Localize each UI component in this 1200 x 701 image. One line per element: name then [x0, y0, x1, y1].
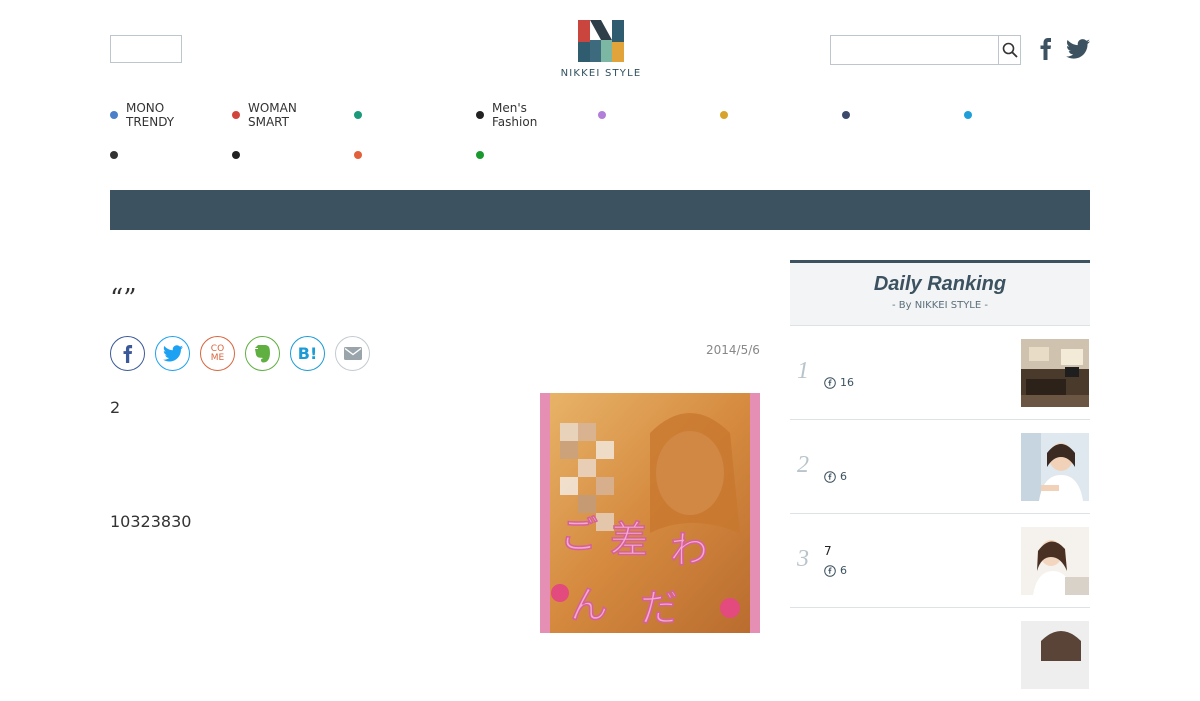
mail-icon: [343, 347, 362, 360]
facebook-circle-icon: [824, 564, 836, 577]
category-label: Men's Fashion: [492, 101, 538, 129]
svg-text:わ: わ: [670, 528, 708, 572]
category-nav: MONO TRENDY WOMAN SMART Men's Fashion: [110, 100, 1090, 180]
svg-text:差: 差: [610, 518, 648, 562]
share-twitter-button[interactable]: [155, 336, 190, 371]
category-nav-row1-item-5[interactable]: [598, 100, 614, 130]
svg-text:ん: ん: [570, 583, 608, 627]
article-title: “”: [110, 284, 137, 314]
facebook-icon: [123, 344, 132, 363]
category-dot-icon: [598, 111, 606, 119]
share-hatena-button[interactable]: B!: [290, 336, 325, 371]
category-nav-row1-item-4[interactable]: Men's Fashion: [476, 100, 537, 130]
search-button[interactable]: [998, 36, 1020, 64]
ranking-number: 1: [797, 358, 809, 384]
nikkei-logo-icon: [578, 20, 624, 62]
ranking-count: 16: [840, 376, 854, 389]
ranking-thumbnail: [1021, 527, 1089, 595]
ranking-title: Daily Ranking: [873, 273, 1007, 295]
category-dot-icon: [476, 151, 484, 159]
ranking-thumbnail: [1021, 433, 1089, 501]
article-photo: ご 差 わ ん だ: [540, 393, 760, 633]
ranking-thumbnail-image: [1021, 621, 1089, 689]
evernote-icon: [254, 344, 270, 362]
svg-text:だ: だ: [640, 586, 678, 630]
ranking-item-4[interactable]: [790, 608, 1090, 701]
ranking-count: 6: [840, 470, 847, 483]
ranking-sidebar: Daily Ranking - By NIKKEI STYLE - 1 16 2…: [790, 260, 1090, 701]
ranking-header: Daily Ranking - By NIKKEI STYLE -: [790, 260, 1090, 326]
category-dot-icon: [964, 111, 972, 119]
category-dot-icon: [354, 111, 362, 119]
category-dot-icon: [476, 111, 484, 119]
category-nav-row1-item-1[interactable]: MONO TRENDY: [110, 100, 174, 130]
ranking-item-3[interactable]: 3 7 6: [790, 514, 1090, 608]
ranking-thumbnail: [1021, 339, 1089, 407]
article-paragraph-2: 10323830: [110, 512, 192, 531]
share-buttons: CO ME B!: [110, 336, 370, 371]
article-date: 2014/5/6: [706, 343, 760, 357]
twitter-icon: [162, 345, 183, 362]
twitter-icon[interactable]: [1066, 39, 1090, 59]
share-come-button[interactable]: CO ME: [200, 336, 235, 371]
category-nav-row1-item-8[interactable]: [964, 100, 980, 130]
ranking-thumbnail: [1021, 621, 1089, 689]
category-dot-icon: [232, 111, 240, 119]
category-nav-row2-item-1[interactable]: [110, 140, 126, 170]
ranking-text: 7: [824, 544, 832, 558]
facebook-circle-icon: [824, 470, 836, 483]
ranking-thumbnail-image: [1021, 527, 1089, 595]
category-dot-icon: [110, 151, 118, 159]
category-nav-row1-item-3[interactable]: [354, 100, 370, 130]
search-box: [830, 35, 1021, 65]
page: NIKKEI STYLE MONO TRENDY WOMAN SMART Men's…: [110, 0, 1090, 689]
category-nav-row2-item-4[interactable]: [476, 140, 492, 170]
search-input[interactable]: [831, 36, 998, 64]
share-mail-button[interactable]: [335, 336, 370, 371]
category-nav-row-2: [110, 140, 1090, 180]
category-nav-row1-item-7[interactable]: [842, 100, 858, 130]
category-nav-row2-item-3[interactable]: [354, 140, 370, 170]
ranking-subtitle: - By NIKKEI STYLE -: [892, 300, 988, 311]
ranking-thumbnail-image: [1021, 433, 1089, 501]
share-facebook-button[interactable]: [110, 336, 145, 371]
article-photo-image: ご 差 わ ん だ: [540, 393, 760, 633]
site-logo[interactable]: NIKKEI STYLE: [558, 20, 644, 79]
category-nav-row1-item-2[interactable]: WOMAN SMART: [232, 100, 297, 130]
header-left-box[interactable]: [110, 35, 182, 63]
facebook-circle-icon: [824, 376, 836, 389]
category-nav-row-1: MONO TRENDY WOMAN SMART Men's Fashion: [110, 100, 1090, 140]
svg-text:ご: ご: [560, 513, 598, 557]
category-dot-icon: [232, 151, 240, 159]
facebook-icon[interactable]: [1040, 38, 1052, 60]
logo-text: NIKKEI STYLE: [560, 68, 642, 79]
ranking-facebook-count: 16: [824, 376, 854, 389]
category-label: WOMAN SMART: [248, 101, 297, 129]
ranking-thumbnail-image: [1021, 339, 1089, 407]
category-dot-icon: [110, 111, 118, 119]
search-icon: [1002, 42, 1018, 58]
ranking-number: 3: [797, 546, 809, 572]
ranking-count: 6: [840, 564, 847, 577]
ranking-number: 2: [797, 452, 809, 478]
category-label: MONO TRENDY: [126, 101, 175, 129]
share-evernote-button[interactable]: [245, 336, 280, 371]
article-paragraph-1: 2: [110, 398, 121, 417]
category-dot-icon: [720, 111, 728, 119]
social-links: [1040, 38, 1090, 60]
category-nav-row1-item-6[interactable]: [720, 100, 736, 130]
ranking-item-2[interactable]: 2 6: [790, 420, 1090, 514]
category-dot-icon: [354, 151, 362, 159]
ranking-facebook-count: 6: [824, 564, 847, 577]
category-dot-icon: [842, 111, 850, 119]
category-nav-row2-item-2[interactable]: [232, 140, 248, 170]
section-bar: [110, 190, 1090, 230]
ranking-facebook-count: 6: [824, 470, 847, 483]
ranking-item-1[interactable]: 1 16: [790, 326, 1090, 420]
